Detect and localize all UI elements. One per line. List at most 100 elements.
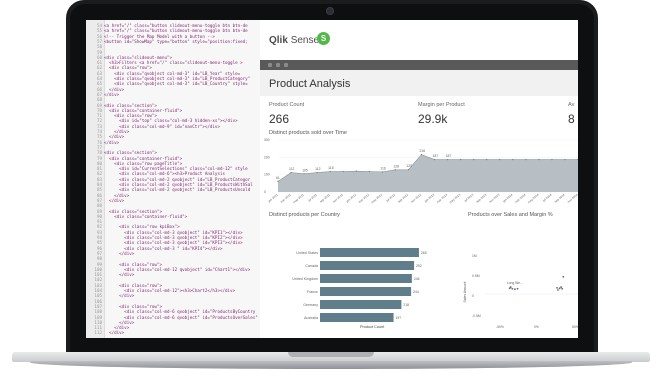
data-label: 128 [393, 164, 399, 168]
qlik-sense-app: Qlik Sense S Product Analysis 300 200 100 0… [260, 20, 578, 338]
code-text: <div class="col-md-3 " id="KPI4"></div> [104, 245, 223, 251]
code-text: <div class="row"> [104, 282, 162, 288]
data-label: 116 [380, 166, 386, 170]
line-number: 88 [96, 203, 102, 209]
code-line: 93 <div class="col-md-3 qvobject" id="KP… [86, 230, 243, 235]
bar-category-label: Germany [303, 303, 318, 307]
code-text: <div class="container-fluid"> [104, 213, 188, 219]
x-tick-label: nov-2012 [410, 192, 422, 203]
scatter-point [514, 288, 516, 291]
code-line: 89 <div class="section"> [86, 209, 162, 214]
line-number: 112 [94, 330, 102, 336]
code-editor[interactable]: 54 <a href="/" class="button slideout-men… [86, 20, 260, 338]
line-number: 95 [96, 240, 102, 246]
area-point [290, 171, 292, 174]
code-line: 83 <div class="col-md-2 qvobject" id="LB… [86, 177, 250, 182]
area-point [407, 168, 410, 171]
line-number: 81 [96, 166, 102, 172]
code-text: </div> [104, 293, 135, 299]
line-number: 94 [96, 235, 102, 240]
area-point [551, 158, 553, 161]
toolbar-clear-icon[interactable] [284, 63, 288, 67]
area-point [420, 153, 423, 156]
line-number: 90 [96, 213, 102, 219]
line-number: 101 [94, 272, 102, 278]
line-number: 82 [96, 171, 102, 177]
line-number: 61 [96, 60, 102, 66]
line-number: 89 [96, 208, 102, 214]
area-point [538, 158, 540, 161]
toolbar-forward-icon[interactable] [276, 63, 280, 67]
line-number: 72 [96, 118, 102, 124]
code-line: 71 <div class="row"> [86, 113, 157, 118]
area-point [316, 171, 318, 174]
code-line: 85 <div class="col-md-2 qvobject" id="LB… [86, 187, 250, 192]
line-number: 55 [96, 28, 102, 34]
line-number: 62 [96, 65, 102, 71]
line-number: 92 [96, 224, 102, 230]
code-text: <!-- Trigger the Map Model with a button… [104, 33, 215, 39]
bar-category-label: France [307, 290, 318, 294]
scatter-point [511, 287, 514, 290]
scatter-point [558, 287, 561, 290]
bar [320, 313, 394, 322]
code-line: 99 <div class="row"> [86, 262, 162, 267]
area-point [355, 170, 357, 172]
code-line: 61 <h3>Filters <a href="/" class="slideo… [86, 60, 243, 65]
line-number: 104 [94, 288, 102, 293]
kpi-label-product-count: Product Count [269, 102, 305, 108]
code-text: <div id="top" class="col-md-3 hidden-xs"… [104, 118, 238, 124]
scatter-point [516, 287, 519, 290]
line-number: 73 [96, 123, 102, 129]
code-line: 62 <div class="row"> [86, 65, 152, 70]
code-text: </div> [104, 325, 130, 331]
data-label: 105 [302, 168, 308, 172]
x-tick-label: jul-2014 [541, 192, 553, 203]
x-tick-label: nov-2011 [332, 192, 344, 203]
code-line: 106 [86, 299, 104, 304]
bar [320, 300, 402, 309]
toolbar-back-icon[interactable] [268, 63, 272, 67]
laptop-screen: 54 <a href="/" class="button slideout-men… [86, 20, 578, 338]
bar-value-label: 244 [413, 290, 419, 294]
x-tick-label: sep-2012 [397, 192, 409, 203]
code-text: <div class="row pageTitle"> [104, 160, 183, 166]
scatter-x-tick: 50% [572, 325, 578, 329]
code-text: <div class="row kpiBox"> [104, 224, 180, 230]
code-line: 108 <div class="col-md-6 qvobject" id="P… [86, 309, 255, 314]
line-number: 64 [96, 76, 102, 81]
logo-sense-text: Sense [290, 35, 320, 46]
area-series [278, 154, 578, 192]
code-text: </div> [104, 330, 125, 336]
toolbar [260, 60, 578, 70]
code-line: 54 <a href="/" class="button slideout-men… [86, 23, 248, 28]
code-line: 92 <div class="row kpiBox"> [86, 224, 180, 229]
area-point [381, 171, 384, 173]
bar [320, 248, 419, 257]
area-point [499, 158, 501, 161]
code-text: <div class="col-md-3 qvobject" id="KPI3"… [104, 240, 243, 246]
scatter-y-axis-title: Sales Amount [463, 281, 467, 302]
code-line: 91 [86, 219, 104, 224]
bar-value-label: 246 [414, 277, 420, 281]
code-text: <div class="col-md-6 qvobject" id="Produ… [104, 309, 256, 315]
code-text: <div class="col-md-6 qvobject" id="Produ… [104, 314, 258, 320]
qlik-logo: Qlik Sense [269, 35, 319, 46]
code-line: 96 <div class="col-md-3 " id="KPI4"></di… [86, 246, 223, 251]
bar [320, 274, 412, 283]
data-label: 112 [315, 167, 321, 171]
line-number: 69 [96, 102, 102, 108]
code-line: 80 <div class="row pageTitle"> [86, 161, 182, 166]
code-text: <div class="col-md-6"><h3>Product Analys… [104, 171, 226, 177]
code-text: <div class="col-md-9" id="navCtr"></div> [104, 123, 220, 129]
scatter-point [560, 286, 563, 288]
area-point [525, 158, 527, 161]
code-text: <div class="slideout-menu"> [104, 54, 173, 60]
line-number: 99 [96, 261, 102, 267]
x-tick-label: may-2011 [292, 192, 305, 204]
code-line: 112 </div> [86, 330, 124, 335]
laptop-notch [288, 352, 374, 357]
code-text: <div class="row"> [104, 303, 162, 309]
line-number: 108 [94, 309, 102, 315]
data-label: 187 [433, 154, 439, 158]
